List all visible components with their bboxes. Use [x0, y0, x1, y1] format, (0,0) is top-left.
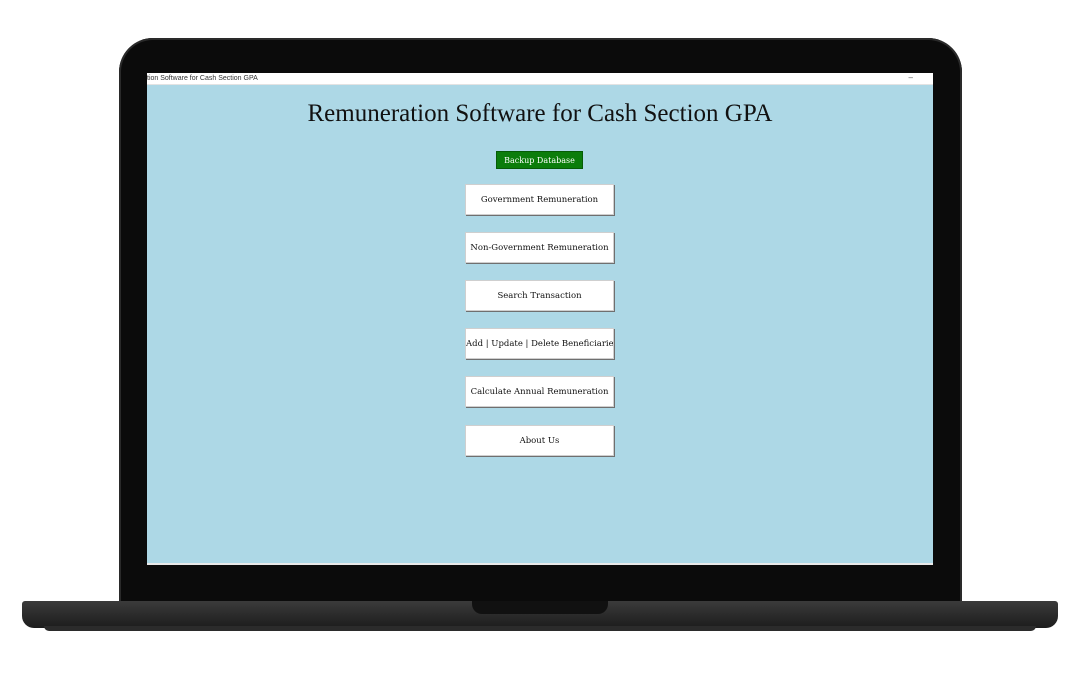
non-government-remuneration-button[interactable]: Non-Government Remuneration [465, 232, 614, 263]
window-bottom-edge [147, 563, 933, 565]
about-us-button[interactable]: About Us [465, 425, 614, 456]
calculate-annual-remuneration-button[interactable]: Calculate Annual Remuneration [465, 376, 614, 407]
page-title: Remuneration Software for Cash Section G… [307, 100, 773, 127]
government-remuneration-button[interactable]: Government Remuneration [465, 184, 614, 215]
laptop-foot [44, 626, 1036, 631]
window-titlebar: tion Software for Cash Section GPA – [147, 73, 933, 85]
laptop-notch [472, 601, 608, 614]
minimize-button[interactable]: – [909, 73, 913, 82]
search-transaction-button[interactable]: Search Transaction [465, 280, 614, 311]
manage-beneficiaries-button[interactable]: Add | Update | Delete Beneficiaries [465, 328, 614, 359]
app-window: tion Software for Cash Section GPA – Rem… [147, 73, 933, 565]
window-title: tion Software for Cash Section GPA [147, 75, 258, 82]
backup-database-button[interactable]: Backup Database [496, 151, 583, 169]
